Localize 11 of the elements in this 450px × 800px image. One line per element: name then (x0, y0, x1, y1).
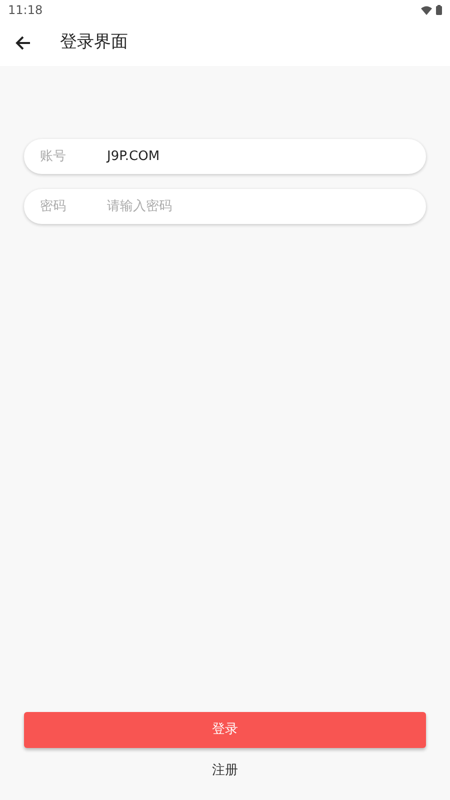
back-button[interactable] (14, 34, 32, 52)
field-label: 账号 (40, 148, 67, 166)
wifi-icon (421, 6, 432, 14)
status-time: 11:18 (8, 2, 43, 19)
field-label: 密码 (40, 198, 67, 216)
register-link[interactable]: 注册 (212, 760, 238, 780)
page-title: 登录界面 (60, 31, 128, 54)
placeholder-text: 请输入密码 (107, 198, 173, 216)
field-value: J9P.COM (107, 148, 161, 166)
battery-icon (436, 5, 442, 15)
input-field[interactable]: 账号 J9P.COM (24, 139, 426, 174)
